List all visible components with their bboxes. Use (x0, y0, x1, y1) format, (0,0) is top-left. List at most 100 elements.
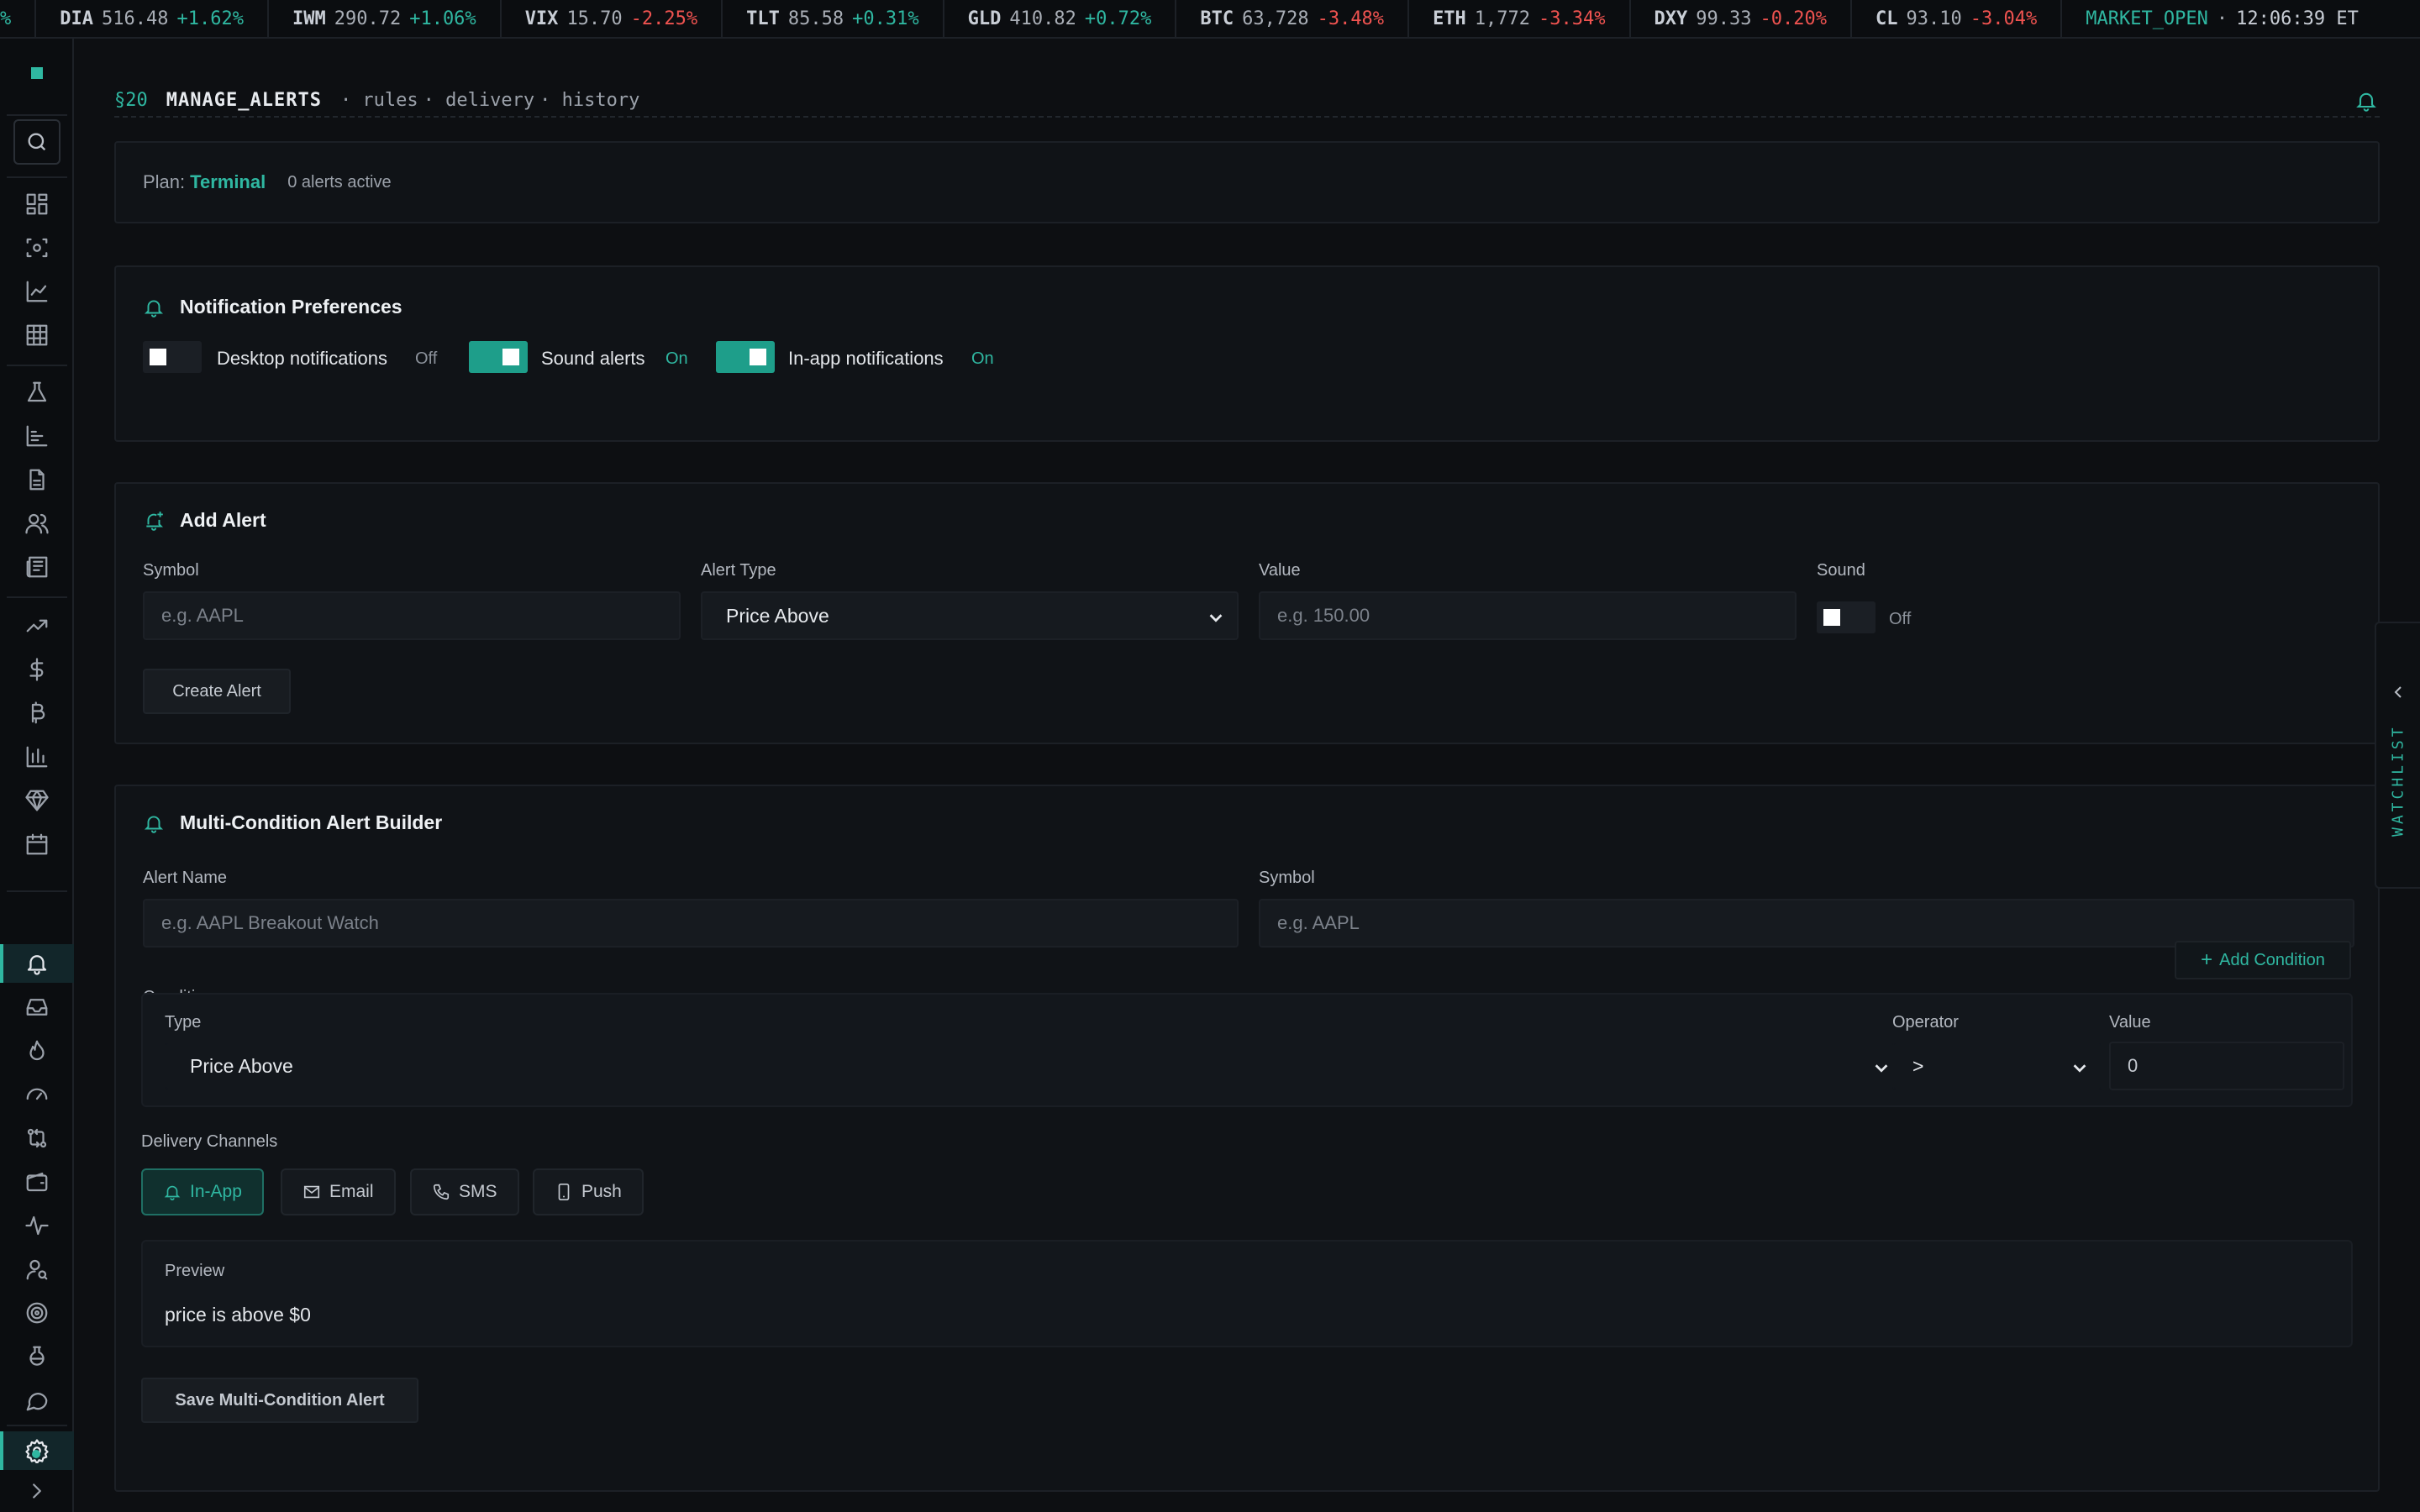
alert-name-input[interactable]: e.g. AAPL Breakout Watch (143, 899, 1239, 948)
breadcrumb-rules[interactable]: · rules (340, 90, 418, 111)
nav-alerts[interactable] (0, 944, 74, 983)
condition-value-input[interactable]: 0 (2109, 1042, 2344, 1090)
ticker-item[interactable]: BTC 63,728 -3.48% (1176, 0, 1410, 37)
nav-trending[interactable] (0, 606, 74, 645)
watchlist-drawer-tab[interactable]: WATCHLIST (2375, 622, 2420, 889)
user-search-icon (26, 1259, 48, 1280)
sound-toggle[interactable] (1817, 601, 1876, 633)
chat-icon (26, 1393, 48, 1411)
plan-card: Plan: Terminal 0 alerts active (114, 141, 2380, 223)
trending-up-icon (26, 619, 48, 633)
in-app-notifications-toggle[interactable] (716, 341, 775, 373)
value-input[interactable]: e.g. 150.00 (1259, 591, 1797, 640)
nav-chart[interactable] (0, 272, 74, 311)
alert-type-value: Price Above (726, 604, 829, 627)
card-header: Notification Preferences (143, 296, 402, 318)
plus-icon: + (2201, 948, 2213, 971)
ticker-change: -2.25% (630, 8, 698, 29)
ticker-symbol: DIA (60, 8, 93, 29)
ticker-item[interactable]: GLD 410.82 +0.72% (944, 0, 1177, 37)
operator-select[interactable]: > (1892, 1042, 2102, 1090)
desktop-notifications-toggle[interactable] (143, 341, 202, 373)
logo-icon[interactable] (0, 54, 74, 92)
ticker-change: +1.06% (409, 8, 476, 29)
market-status: MARKET_OPEN · 12:06:39 ET (2062, 0, 2382, 37)
ticker-item[interactable]: VIX 15.70 -2.25% (502, 0, 723, 37)
chevron-right-icon (33, 1483, 41, 1499)
breadcrumb-history[interactable]: · history (539, 90, 639, 111)
channel-sms[interactable]: SMS (410, 1168, 519, 1215)
nav-chat[interactable] (0, 1381, 74, 1420)
nav-wallet[interactable] (0, 1163, 74, 1201)
condition-type-select[interactable]: Price Above (165, 1042, 1904, 1090)
plan-label: Plan: (143, 171, 186, 192)
ticker-item[interactable]: DXY 99.33 -0.20% (1631, 0, 1852, 37)
nav-crypto[interactable] (0, 694, 74, 732)
nav-beaker[interactable] (0, 1337, 74, 1376)
channel-in-app[interactable]: In-App (141, 1168, 264, 1215)
nav-news[interactable] (0, 548, 74, 586)
nav-inbox[interactable] (0, 988, 74, 1026)
channel-push[interactable]: Push (533, 1168, 644, 1215)
dashboard-icon (26, 193, 48, 215)
nav-bar-chart[interactable] (0, 738, 74, 776)
nav-dollar[interactable] (0, 650, 74, 689)
mail-icon (303, 1185, 320, 1199)
ticker-item[interactable]: CL 93.10 -3.04% (1852, 0, 2063, 37)
ticker-price: 410.82 (1009, 8, 1076, 29)
grid-icon (26, 324, 48, 346)
ticker-item[interactable]: % (0, 0, 37, 37)
sound-alerts-toggle[interactable] (469, 341, 528, 373)
flask-icon (27, 381, 47, 402)
ticker-price: 93.10 (1906, 8, 1962, 29)
nav-bars[interactable] (0, 417, 74, 455)
nav-hot[interactable] (0, 1032, 74, 1070)
value-label: Value (1259, 561, 1301, 580)
market-sep: · (2216, 8, 2228, 29)
condition-type-label: Type (165, 1013, 202, 1032)
notifications-button[interactable] (2354, 89, 2380, 114)
nav-gems[interactable] (0, 781, 74, 820)
alert-type-select[interactable]: Price Above (701, 591, 1239, 640)
section-number: §20 (114, 89, 148, 111)
multi-condition-card: Multi-Condition Alert Builder Alert Name… (114, 785, 2380, 1492)
nav-calendar[interactable] (0, 825, 74, 864)
search-button[interactable] (13, 119, 60, 165)
nav-target[interactable] (0, 1294, 74, 1332)
nav-docs[interactable] (0, 460, 74, 499)
ticker-change: -3.34% (1539, 8, 1606, 29)
breadcrumb-delivery[interactable]: · delivery (424, 90, 534, 111)
nav-swap[interactable] (0, 1119, 74, 1158)
newspaper-icon (26, 556, 48, 578)
ticker-item[interactable]: TLT 85.58 +0.31% (723, 0, 944, 37)
mobile-icon (558, 1184, 570, 1200)
save-multi-condition-alert-button[interactable]: Save Multi-Condition Alert (141, 1378, 418, 1423)
nav-lab[interactable] (0, 373, 74, 412)
add-condition-button[interactable]: + Add Condition (2175, 941, 2351, 979)
create-alert-button[interactable]: Create Alert (143, 669, 291, 714)
symbol-input[interactable]: e.g. AAPL (143, 591, 681, 640)
sidebar-expand-button[interactable] (0, 1472, 74, 1510)
preview-box: Preview price is above $0 (141, 1240, 2353, 1347)
sidebar (0, 39, 74, 1512)
bar-chart-icon (26, 746, 48, 768)
scan-icon (26, 238, 48, 258)
ticker-item[interactable]: ETH 1,772 -3.34% (1409, 0, 1631, 37)
gauge-icon (26, 1088, 48, 1100)
nav-grid[interactable] (0, 316, 74, 354)
nav-dashboard[interactable] (0, 185, 74, 223)
users-icon (25, 513, 49, 534)
nav-scan[interactable] (0, 228, 74, 267)
sound-alerts-state: On (666, 349, 688, 368)
channel-label: Email (329, 1182, 374, 1201)
nav-users[interactable] (0, 504, 74, 543)
nav-user-search[interactable] (0, 1250, 74, 1289)
ticker-symbol: GLD (967, 8, 1002, 29)
chevron-down-icon (1872, 1058, 1891, 1077)
ticker-symbol: IWM (292, 8, 326, 29)
ticker-item[interactable]: IWM 290.72 +1.06% (269, 0, 502, 37)
channel-email[interactable]: Email (281, 1168, 396, 1215)
ticker-item[interactable]: DIA 516.48 +1.62% (36, 0, 269, 37)
nav-pulse[interactable] (0, 1206, 74, 1245)
nav-gauge[interactable] (0, 1075, 74, 1114)
